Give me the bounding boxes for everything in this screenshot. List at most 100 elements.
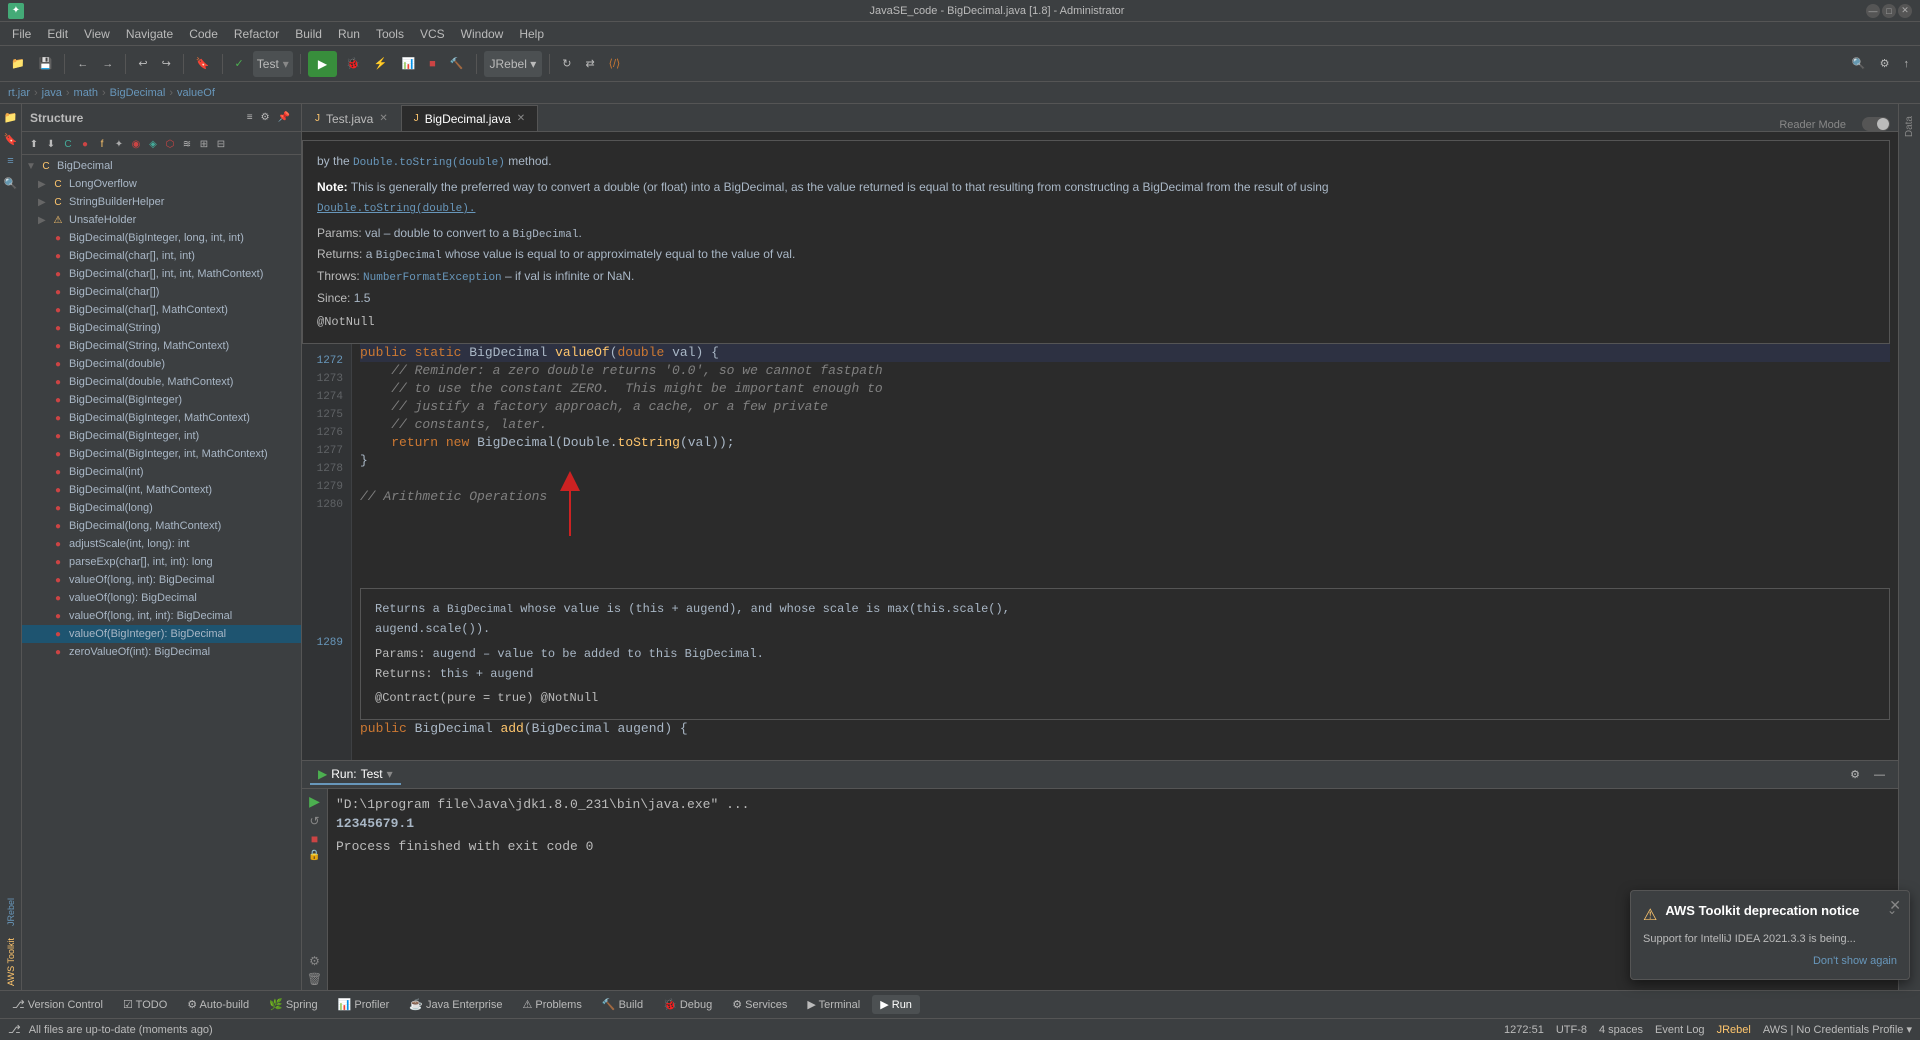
update-button[interactable]: ↑ xyxy=(1899,51,1915,77)
close-button[interactable]: ✕ xyxy=(1898,4,1912,18)
aws-status[interactable]: AWS | No Credentials Profile ▾ xyxy=(1763,1023,1912,1036)
tree-m2[interactable]: ● BigDecimal(char[], int, int) xyxy=(22,247,301,265)
si-2[interactable]: ⬇ xyxy=(43,136,59,152)
search-everywhere-button[interactable]: 🔍 xyxy=(1847,51,1871,77)
redo-button[interactable]: ↪ xyxy=(157,51,176,77)
minimize-button[interactable]: — xyxy=(1866,4,1880,18)
footer-vcs[interactable]: ⎇ Version Control xyxy=(4,995,111,1014)
tree-m7[interactable]: ● BigDecimal(String, MathContext) xyxy=(22,337,301,355)
structure-settings-button[interactable]: ⚙ xyxy=(258,109,273,127)
si-7[interactable]: ◉ xyxy=(128,136,144,152)
run-with-coverage-button[interactable]: ⚡ xyxy=(369,51,393,77)
right-tab-data[interactable]: Data xyxy=(1902,108,1917,145)
jrebel-status[interactable]: JRebel xyxy=(1717,1024,1751,1036)
menu-vcs[interactable]: VCS xyxy=(412,22,453,46)
footer-problems[interactable]: ⚠ Problems xyxy=(514,995,589,1014)
menu-view[interactable]: View xyxy=(76,22,118,46)
tree-stringbuilderhelper[interactable]: ▶ C StringBuilderHelper xyxy=(22,193,301,211)
structure-pin-button[interactable]: 📌 xyxy=(275,109,293,127)
tree-bigdecimal[interactable]: ▼ C BigDecimal xyxy=(22,157,301,175)
config-dropdown-icon[interactable]: ▾ xyxy=(283,57,289,71)
si-3[interactable]: C xyxy=(60,136,76,152)
tree-longoverflow[interactable]: ▶ C LongOverflow xyxy=(22,175,301,193)
bc-rtjar[interactable]: rt.jar xyxy=(8,87,30,99)
tree-m6[interactable]: ● BigDecimal(String) xyxy=(22,319,301,337)
run-tab-config[interactable]: Test xyxy=(361,767,383,781)
tree-m9[interactable]: ● BigDecimal(double, MathContext) xyxy=(22,373,301,391)
tab-test-java[interactable]: J Test.java ✕ xyxy=(302,105,401,131)
tree-m17[interactable]: ● BigDecimal(long, MathContext) xyxy=(22,517,301,535)
tree-m1[interactable]: ● BigDecimal(BigInteger, long, int, int) xyxy=(22,229,301,247)
si-5[interactable]: f xyxy=(94,136,110,152)
si-6[interactable]: ✦ xyxy=(111,136,127,152)
run-config-dropdown[interactable]: ▾ xyxy=(387,767,393,781)
settings-button[interactable]: ⚙ xyxy=(1875,51,1895,77)
toolbar-btn-extra2[interactable]: ⇄ xyxy=(580,51,599,77)
bookmark-button[interactable]: 🔖 xyxy=(191,51,215,77)
structure-sort-button[interactable]: ≡ xyxy=(244,109,256,127)
bottom-minimize-button[interactable]: — xyxy=(1869,765,1890,785)
run-scrolllock-button[interactable]: 🔒 xyxy=(308,850,320,861)
menu-file[interactable]: File xyxy=(4,22,39,46)
indent-indicator[interactable]: 4 spaces xyxy=(1599,1024,1643,1036)
tree-m5[interactable]: ● BigDecimal(char[], MathContext) xyxy=(22,301,301,319)
code-editor[interactable]: by the Double.toString(double) method. N… xyxy=(302,132,1898,760)
footer-jenterprise[interactable]: ☕ Java Enterprise xyxy=(401,995,510,1014)
menu-run[interactable]: Run xyxy=(330,22,368,46)
tree-unsafeholder[interactable]: ▶ ⚠ UnsafeHolder xyxy=(22,211,301,229)
menu-navigate[interactable]: Navigate xyxy=(118,22,181,46)
si-4[interactable]: ● xyxy=(77,136,93,152)
encoding-indicator[interactable]: UTF-8 xyxy=(1556,1024,1587,1036)
si-12[interactable]: ⊟ xyxy=(213,136,229,152)
forward-button[interactable]: → xyxy=(97,51,118,77)
back-button[interactable]: ← xyxy=(72,51,93,77)
tree-m22[interactable]: ● valueOf(long, int, int): BigDecimal xyxy=(22,607,301,625)
tree-m21[interactable]: ● valueOf(long): BigDecimal xyxy=(22,589,301,607)
tab-bigdecimal-java[interactable]: J BigDecimal.java ✕ xyxy=(401,105,538,131)
bc-math[interactable]: math xyxy=(74,87,98,99)
si-10[interactable]: ≋ xyxy=(179,136,195,152)
si-9[interactable]: ⬡ xyxy=(162,136,178,152)
tab-close-bigdecimal[interactable]: ✕ xyxy=(517,113,525,124)
run-stop-button[interactable]: ■ xyxy=(311,832,318,846)
doc-link-double[interactable]: Double.toString(double). xyxy=(317,203,475,215)
footer-terminal[interactable]: ▶ Terminal xyxy=(799,995,868,1014)
footer-profiler[interactable]: 📊 Profiler xyxy=(330,995,398,1014)
tree-m12[interactable]: ● BigDecimal(BigInteger, int) xyxy=(22,427,301,445)
tree-m13[interactable]: ● BigDecimal(BigInteger, int, MathContex… xyxy=(22,445,301,463)
menu-refactor[interactable]: Refactor xyxy=(226,22,287,46)
tree-m20[interactable]: ● valueOf(long, int): BigDecimal xyxy=(22,571,301,589)
tree-m4[interactable]: ● BigDecimal(char[]) xyxy=(22,283,301,301)
code-scroll-area[interactable]: 1272 1273 1274 1275 1276 1277 1278 1279 … xyxy=(302,344,1898,760)
tree-m14[interactable]: ● BigDecimal(int) xyxy=(22,463,301,481)
code-content[interactable]: public static BigDecimal valueOf(double … xyxy=(352,344,1898,760)
reader-mode-toggle[interactable] xyxy=(1854,117,1898,131)
bc-bigdecimal[interactable]: BigDecimal xyxy=(110,87,166,99)
project-icon[interactable]: 📁 xyxy=(2,108,20,126)
tree-m18[interactable]: ● adjustScale(int, long): int xyxy=(22,535,301,553)
line-col-indicator[interactable]: 1272:51 xyxy=(1504,1024,1544,1036)
toolbar-btn-extra1[interactable]: ↻ xyxy=(557,51,576,77)
tree-m19[interactable]: ● parseExp(char[], int, int): long xyxy=(22,553,301,571)
bc-java[interactable]: java xyxy=(42,87,62,99)
check-button[interactable]: ✓ xyxy=(230,51,249,77)
tree-m11[interactable]: ● BigDecimal(BigInteger, MathContext) xyxy=(22,409,301,427)
footer-spring[interactable]: 🌿 Spring xyxy=(261,995,326,1014)
menu-help[interactable]: Help xyxy=(511,22,552,46)
run-button[interactable]: ▶ xyxy=(308,51,337,77)
undo-button[interactable]: ↩ xyxy=(133,51,152,77)
footer-services[interactable]: ⚙ Services xyxy=(724,995,795,1014)
footer-run[interactable]: ▶ Run xyxy=(872,995,920,1014)
save-button[interactable]: 💾 xyxy=(34,51,58,77)
event-log[interactable]: Event Log xyxy=(1655,1024,1705,1036)
footer-debug[interactable]: 🐞 Debug xyxy=(655,995,720,1014)
footer-todo[interactable]: ☑ TODO xyxy=(115,995,175,1014)
run-rerun-button[interactable]: ↺ xyxy=(309,814,319,828)
si-1[interactable]: ⬆ xyxy=(26,136,42,152)
footer-autobuild[interactable]: ⚙ Auto-build xyxy=(179,995,257,1014)
tree-m3[interactable]: ● BigDecimal(char[], int, int, MathConte… xyxy=(22,265,301,283)
dont-show-again-link[interactable]: Don't show again xyxy=(1813,955,1897,967)
debug-button[interactable]: 🐞 xyxy=(341,51,365,77)
run-clear-button[interactable]: 🗑 xyxy=(307,972,322,986)
open-file-button[interactable]: 📁 xyxy=(6,51,30,77)
